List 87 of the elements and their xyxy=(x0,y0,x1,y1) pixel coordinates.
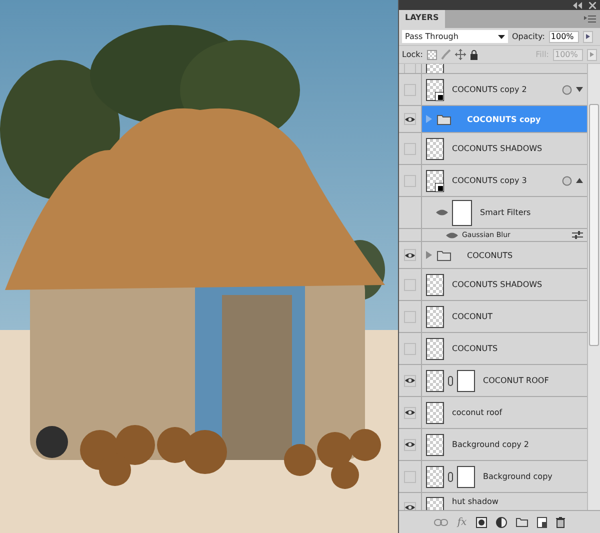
layer-row[interactable]: COCONUT ROOF xyxy=(422,365,587,396)
layer-name: Background copy xyxy=(483,472,552,481)
folder-icon xyxy=(437,250,451,260)
opacity-arrow-button[interactable] xyxy=(582,30,593,42)
layer-name: COCONUTS copy 2 xyxy=(452,85,527,94)
visibility-toggle[interactable] xyxy=(404,64,416,73)
layer-thumbnail xyxy=(426,138,444,160)
link-icon[interactable] xyxy=(434,518,448,526)
expand-arrow-icon[interactable] xyxy=(576,87,583,92)
opacity-label: Opacity: xyxy=(512,32,545,41)
layer-name: hut shadow xyxy=(452,497,498,506)
blend-mode-dropdown[interactable]: Pass Through xyxy=(402,30,508,43)
layer-thumbnail xyxy=(426,402,444,424)
layer-row[interactable]: coconut roof xyxy=(422,397,587,428)
mask-icon[interactable] xyxy=(476,516,487,528)
layer-name: COCONUTS SHADOWS xyxy=(452,144,542,153)
smart-filter-icon xyxy=(562,176,572,186)
lock-label: Lock: xyxy=(402,50,423,59)
layers-tab[interactable]: LAYERS xyxy=(399,10,445,28)
layer-row[interactable]: COCONUTS xyxy=(422,242,587,268)
close-icon[interactable] xyxy=(589,2,596,8)
layer-thumbnail xyxy=(426,274,444,296)
layer-row[interactable]: COCONUTS xyxy=(422,333,587,364)
smart-object-icon xyxy=(435,92,444,100)
layer-thumbnail xyxy=(426,434,444,456)
layer-row[interactable]: Background copy xyxy=(422,461,587,492)
layer-row[interactable]: COCONUTS SHADOWS xyxy=(422,269,587,300)
scrollbar-thumb[interactable] xyxy=(589,104,599,346)
layer-thumbnail xyxy=(426,370,444,392)
visibility-toggle[interactable] xyxy=(404,406,416,418)
visibility-eye-icon[interactable] xyxy=(436,209,448,216)
layer-row[interactable]: Smart Filters xyxy=(422,197,587,228)
scrollbar[interactable] xyxy=(587,64,600,510)
visibility-toggle[interactable] xyxy=(404,310,416,322)
blending-options-icon[interactable] xyxy=(572,231,583,239)
layer-row[interactable]: Background copy 2 xyxy=(422,429,587,460)
layer-row[interactable]: hut shadow xyxy=(422,493,587,510)
move-icon[interactable] xyxy=(454,49,466,60)
layer-name: COCONUTS copy 3 xyxy=(452,176,527,185)
visibility-toggle[interactable] xyxy=(404,342,416,354)
visibility-toggle[interactable] xyxy=(404,470,416,482)
trash-icon[interactable] xyxy=(556,516,565,528)
adjustment-layer-icon[interactable] xyxy=(496,516,507,528)
smart-object-icon xyxy=(435,182,444,192)
layer-thumbnail xyxy=(426,338,444,360)
group-name: COCONUTS copy xyxy=(467,114,541,124)
smart-filter-icon xyxy=(562,84,572,94)
chain-link-icon xyxy=(448,472,453,482)
folder-icon[interactable] xyxy=(516,517,528,527)
fill-arrow-button[interactable] xyxy=(587,48,597,60)
smart-filters-label: Smart Filters xyxy=(480,208,531,217)
layer-name: COCONUT ROOF xyxy=(483,376,549,385)
visibility-toggle[interactable] xyxy=(404,278,416,290)
lock-transparency-icon[interactable] xyxy=(426,50,437,60)
layer-name: COCONUTS SHADOWS xyxy=(452,280,542,289)
layer-name: COCONUTS xyxy=(452,344,498,353)
layer-row[interactable]: COCONUTS copy 2 xyxy=(422,74,587,105)
visibility-eye-icon[interactable] xyxy=(446,232,458,238)
visibility-toggle[interactable] xyxy=(404,113,416,125)
visibility-toggle[interactable] xyxy=(404,249,416,261)
visibility-toggle[interactable] xyxy=(404,438,416,450)
opacity-field[interactable]: 100% xyxy=(548,30,579,42)
expand-arrow-icon[interactable] xyxy=(576,178,583,183)
caret-icon xyxy=(498,34,505,38)
layer-name: COCONUT xyxy=(452,312,492,321)
layer-row[interactable]: COCONUTS copy 3 xyxy=(422,165,587,196)
visibility-toggle[interactable] xyxy=(404,374,416,386)
new-layer-icon[interactable] xyxy=(536,516,547,528)
group-name: COCONUTS xyxy=(467,250,513,260)
padlock-icon[interactable] xyxy=(470,50,478,60)
layer-row[interactable]: COCONUTS SHADOWS xyxy=(422,133,587,164)
layer-thumbnail xyxy=(426,306,444,328)
visibility-toggle[interactable] xyxy=(404,84,416,96)
folder-icon xyxy=(437,114,451,124)
layer-row[interactable]: COCONUT xyxy=(422,301,587,332)
chain-link-icon xyxy=(448,376,453,386)
visibility-toggle[interactable] xyxy=(404,174,416,186)
visibility-toggle[interactable] xyxy=(404,502,416,510)
visibility-toggle[interactable] xyxy=(404,142,416,154)
play-arrow-icon xyxy=(590,52,594,57)
disclosure-triangle-icon[interactable] xyxy=(426,251,433,259)
play-arrow-icon xyxy=(586,34,590,39)
layer-name: coconut roof xyxy=(452,408,502,417)
filter-mask-thumbnail xyxy=(452,200,472,226)
panel-menu-icon[interactable] xyxy=(584,15,596,23)
layer-thumbnail xyxy=(426,466,444,488)
layer-name: Background copy 2 xyxy=(452,440,530,449)
